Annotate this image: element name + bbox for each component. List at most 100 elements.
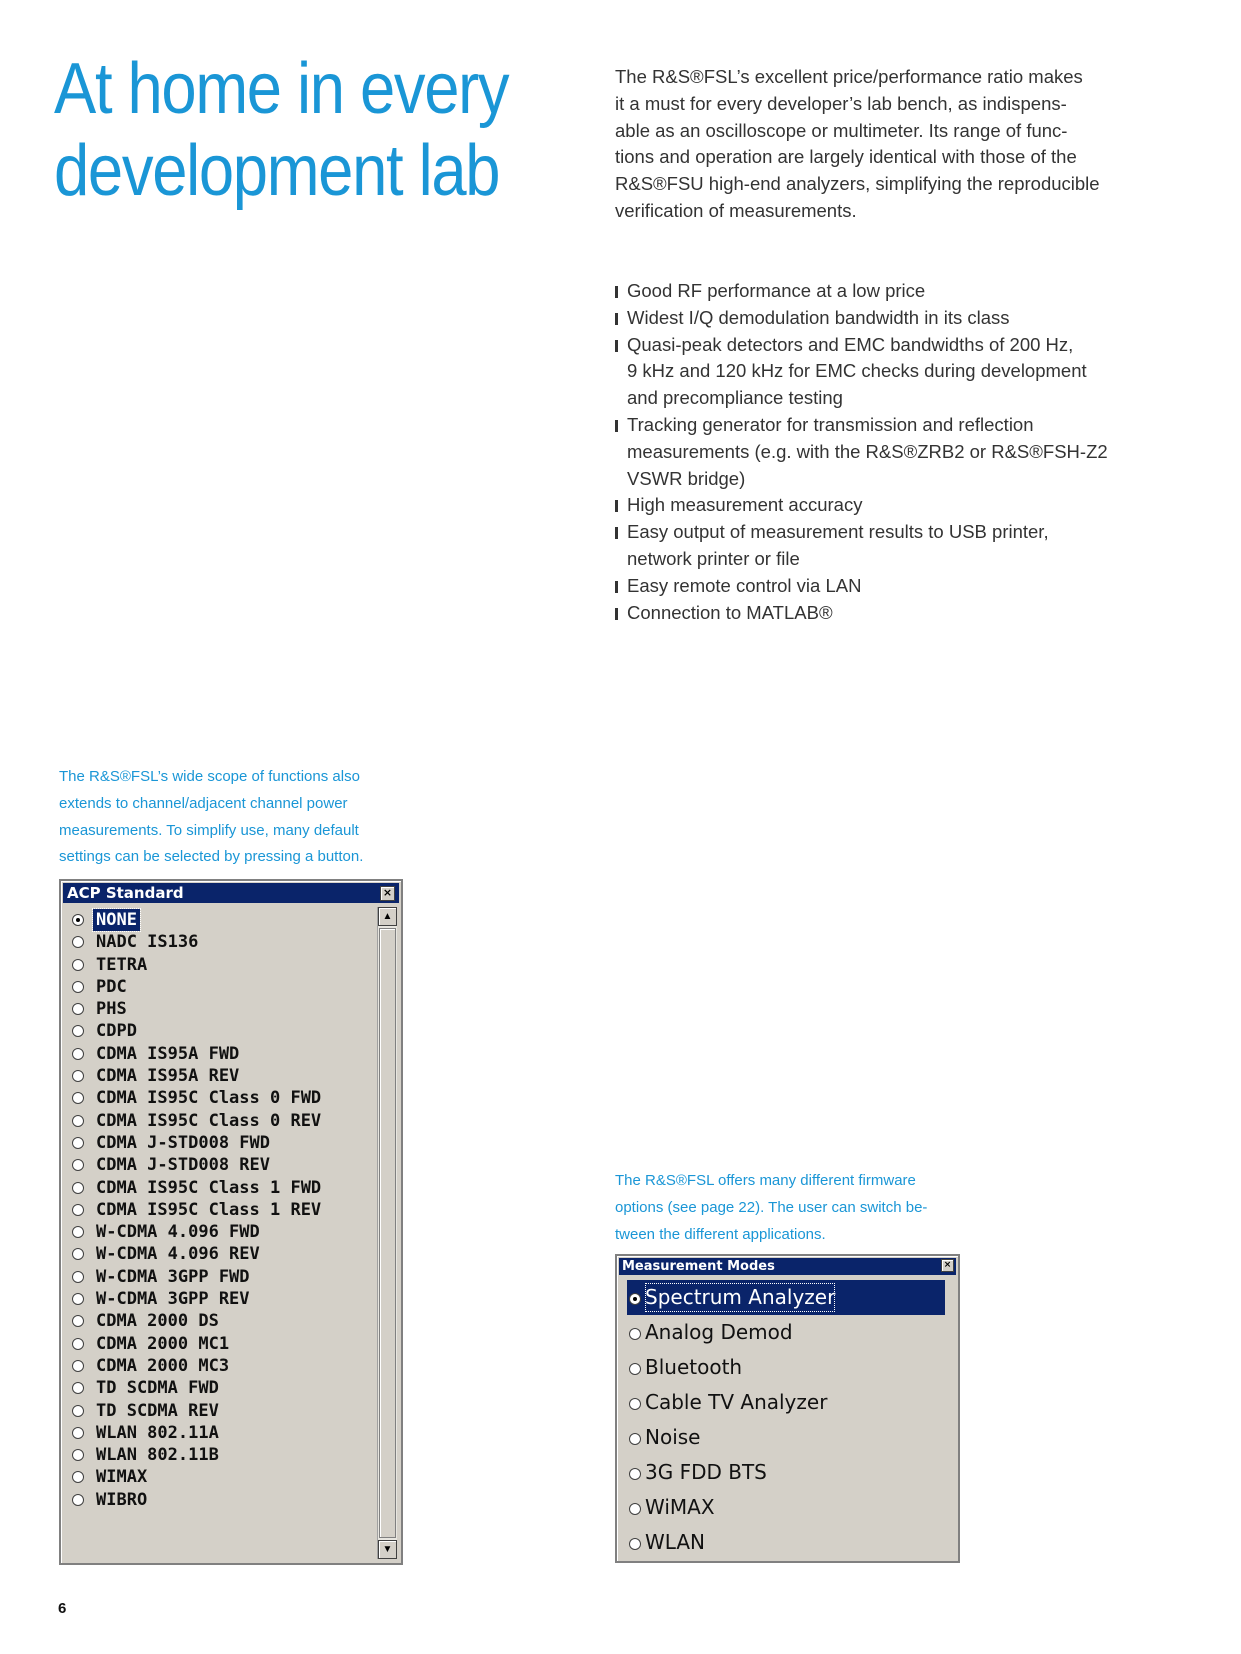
- acp-standard-option[interactable]: CDMA 2000 MC3: [69, 1355, 364, 1377]
- radio-unchecked-icon[interactable]: [72, 1070, 84, 1083]
- radio-unchecked-icon[interactable]: [72, 1181, 84, 1194]
- acp-standard-option-label: CDMA 2000 DS: [96, 1311, 219, 1332]
- radio-unchecked-icon[interactable]: [629, 1538, 641, 1550]
- measurement-mode-option[interactable]: Spectrum Analyzer: [627, 1280, 945, 1315]
- acp-standard-option[interactable]: NONE: [69, 908, 364, 932]
- radio-unchecked-icon[interactable]: [72, 1493, 84, 1506]
- feature-item: High measurement accuracy: [615, 492, 1175, 519]
- text-line: options (see page 22). The user can swit…: [615, 1198, 928, 1216]
- acp-standard-option[interactable]: NADC IS136: [69, 931, 364, 953]
- acp-standard-option[interactable]: PHS: [69, 998, 364, 1020]
- acp-standard-list: NONE NADC IS136 TETRA PDC PHS CDPD CDMA IS95A …: [69, 908, 364, 1511]
- acp-standard-option[interactable]: WIMAX: [69, 1466, 364, 1488]
- acp-standard-option[interactable]: CDMA IS95A REV: [69, 1065, 364, 1087]
- acp-standard-option-label: TD SCDMA REV: [96, 1400, 219, 1421]
- radio-checked-icon[interactable]: [72, 914, 84, 926]
- acp-standard-option[interactable]: W-CDMA 3GPP FWD: [69, 1266, 364, 1288]
- acp-standard-option-label: WIBRO: [96, 1489, 148, 1510]
- radio-unchecked-icon[interactable]: [629, 1468, 641, 1480]
- radio-unchecked-icon[interactable]: [72, 1047, 84, 1060]
- acp-standard-option[interactable]: CDMA IS95C Class 1 REV: [69, 1199, 364, 1221]
- bullet-icon: [615, 500, 618, 513]
- measurement-mode-option[interactable]: Analog Demod: [627, 1315, 945, 1350]
- text-line: 9 kHz and 120 kHz for EMC checks during …: [627, 360, 1087, 382]
- acp-standard-option[interactable]: CDMA IS95C Class 0 FWD: [69, 1087, 364, 1109]
- acp-standard-option[interactable]: CDMA J-STD008 FWD: [69, 1132, 364, 1154]
- radio-unchecked-icon[interactable]: [72, 1382, 84, 1395]
- acp-standard-option[interactable]: WLAN 802.11B: [69, 1444, 364, 1466]
- text-line: Connection to MATLAB®: [627, 601, 833, 623]
- radio-checked-icon[interactable]: [629, 1293, 641, 1305]
- radio-unchecked-icon[interactable]: [72, 1293, 84, 1306]
- text-line: The R&S®FSL’s excellent price/performanc…: [615, 66, 1083, 87]
- radio-unchecked-icon[interactable]: [629, 1363, 641, 1375]
- radio-unchecked-icon[interactable]: [629, 1503, 641, 1515]
- radio-unchecked-icon[interactable]: [629, 1433, 641, 1445]
- measurement-mode-option[interactable]: WiMAX: [627, 1490, 945, 1525]
- text-line: VSWR bridge): [627, 467, 746, 489]
- radio-unchecked-icon[interactable]: [72, 1270, 84, 1283]
- measurement-mode-option[interactable]: 3G FDD BTS: [627, 1455, 945, 1490]
- radio-unchecked-icon[interactable]: [72, 1337, 84, 1350]
- feature-item: Tracking generator for transmission and …: [615, 412, 1175, 492]
- acp-standard-option[interactable]: WIBRO: [69, 1489, 364, 1511]
- acp-standard-option[interactable]: W-CDMA 4.096 FWD: [69, 1221, 364, 1243]
- acp-standard-option[interactable]: TETRA: [69, 954, 364, 976]
- acp-standard-option[interactable]: CDMA IS95C Class 0 REV: [69, 1110, 364, 1132]
- radio-unchecked-icon[interactable]: [72, 1003, 84, 1016]
- acp-standard-option[interactable]: TD SCDMA REV: [69, 1400, 364, 1422]
- radio-unchecked-icon[interactable]: [72, 1159, 84, 1172]
- acp-standard-option[interactable]: PDC: [69, 976, 364, 998]
- radio-unchecked-icon[interactable]: [72, 936, 84, 949]
- acp-standard-option[interactable]: WLAN 802.11A: [69, 1422, 364, 1444]
- radio-unchecked-icon[interactable]: [72, 1226, 84, 1239]
- acp-standard-option-label: CDMA IS95C Class 1 REV: [96, 1199, 322, 1220]
- text-line: and precompliance testing: [627, 387, 843, 409]
- close-icon[interactable]: ×: [380, 886, 395, 901]
- text-line: Easy output of measurement results to US…: [627, 521, 1049, 543]
- radio-unchecked-icon[interactable]: [72, 1404, 84, 1417]
- acp-standard-option[interactable]: TD SCDMA FWD: [69, 1377, 364, 1399]
- measurement-mode-option[interactable]: Cable TV Analyzer: [627, 1385, 945, 1420]
- radio-unchecked-icon[interactable]: [72, 980, 84, 993]
- radio-unchecked-icon[interactable]: [72, 1315, 84, 1328]
- radio-unchecked-icon[interactable]: [72, 958, 84, 971]
- acp-standard-option-label: CDMA IS95A REV: [96, 1066, 240, 1087]
- acp-standard-option[interactable]: CDMA IS95A FWD: [69, 1043, 364, 1065]
- radio-unchecked-icon[interactable]: [72, 1359, 84, 1372]
- measurement-mode-option-label: Spectrum Analyzer: [642, 1280, 838, 1315]
- radio-unchecked-icon[interactable]: [629, 1398, 641, 1410]
- acp-scrollbar[interactable]: ▲ ▼: [377, 907, 397, 1559]
- close-icon[interactable]: ×: [941, 1259, 954, 1272]
- radio-unchecked-icon[interactable]: [629, 1328, 641, 1340]
- scroll-down-icon[interactable]: ▼: [378, 1540, 397, 1559]
- acp-standard-option[interactable]: CDPD: [69, 1020, 364, 1042]
- radio-unchecked-icon[interactable]: [72, 1092, 84, 1105]
- measurement-mode-option[interactable]: WLAN: [627, 1525, 945, 1560]
- acp-standard-option[interactable]: CDMA IS95C Class 1 FWD: [69, 1177, 364, 1199]
- radio-unchecked-icon[interactable]: [72, 1426, 84, 1439]
- radio-unchecked-icon[interactable]: [72, 1449, 84, 1462]
- measurement-mode-option[interactable]: Noise: [627, 1420, 945, 1455]
- acp-standard-option[interactable]: W-CDMA 3GPP REV: [69, 1288, 364, 1310]
- acp-standard-option-label: NONE: [92, 908, 141, 932]
- acp-standard-option[interactable]: CDMA 2000 DS: [69, 1310, 364, 1332]
- caption-acp: The R&S®FSL’s wide scope of functions al…: [59, 764, 363, 871]
- radio-unchecked-icon[interactable]: [72, 1114, 84, 1127]
- measurement-mode-option[interactable]: Bluetooth: [627, 1350, 945, 1385]
- radio-unchecked-icon[interactable]: [72, 1471, 84, 1484]
- radio-unchecked-icon[interactable]: [72, 1025, 84, 1038]
- feature-item: Easy remote control via LAN: [615, 573, 1175, 600]
- acp-standard-option-label: CDMA IS95C Class 0 REV: [96, 1110, 322, 1131]
- acp-standard-option-label: TD SCDMA FWD: [96, 1378, 219, 1399]
- acp-standard-option[interactable]: CDMA 2000 MC1: [69, 1333, 364, 1355]
- measurement-mode-option-label: 3G FDD BTS: [645, 1460, 767, 1484]
- radio-unchecked-icon[interactable]: [72, 1203, 84, 1216]
- acp-standard-option[interactable]: W-CDMA 4.096 REV: [69, 1243, 364, 1265]
- scroll-up-icon[interactable]: ▲: [378, 907, 397, 926]
- radio-unchecked-icon[interactable]: [72, 1136, 84, 1149]
- radio-unchecked-icon[interactable]: [72, 1248, 84, 1261]
- scroll-thumb[interactable]: [379, 928, 396, 1538]
- acp-standard-option[interactable]: CDMA J-STD008 REV: [69, 1154, 364, 1176]
- acp-standard-option-label: CDPD: [96, 1021, 137, 1042]
